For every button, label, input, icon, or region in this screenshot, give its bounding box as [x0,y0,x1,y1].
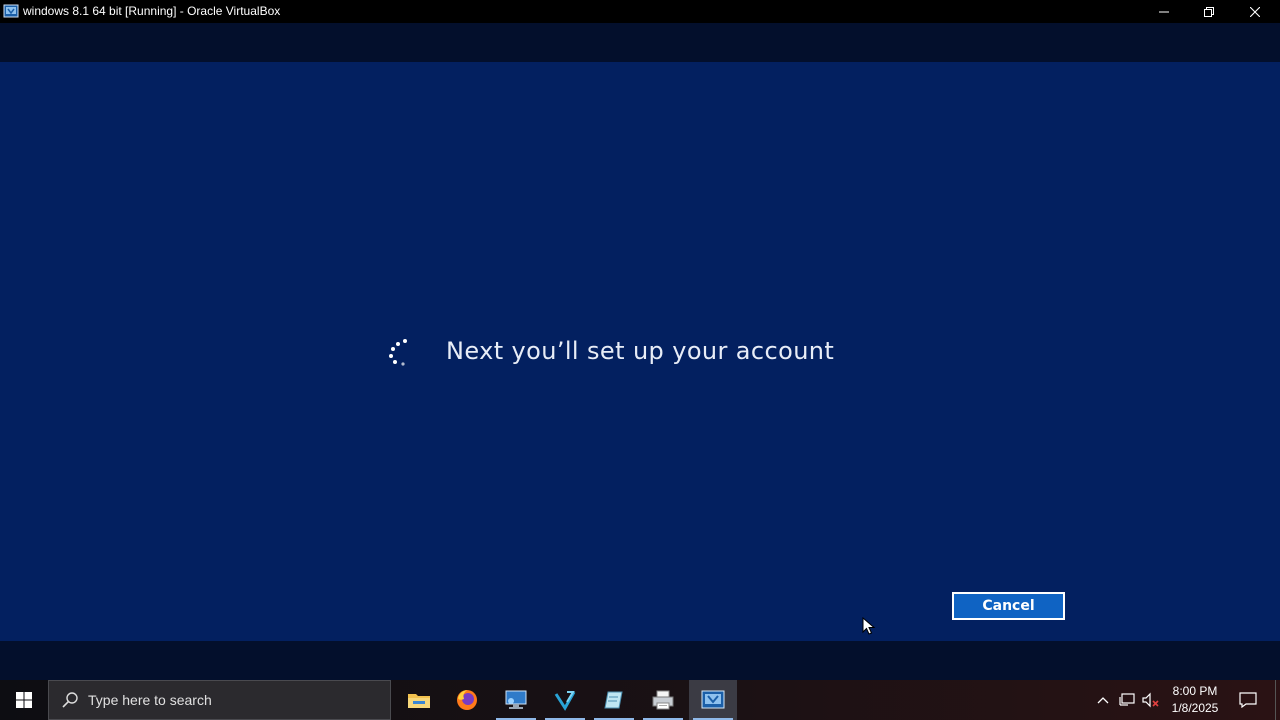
taskbar-app-remote-desktop[interactable] [492,680,540,720]
minimize-icon [1159,11,1169,12]
virtualbox-icon [701,690,725,709]
taskbar-app-printer[interactable] [639,680,687,720]
window-titlebar[interactable]: windows 8.1 64 bit [Running] - Oracle Vi… [0,0,1280,23]
action-center-button[interactable] [1234,680,1262,720]
windows-taskbar: Type here to search 8:00 PM 1/8/2025 [0,680,1280,720]
windows-logo-icon [16,692,32,708]
taskbar-app-notes[interactable] [590,680,638,720]
network-status-button[interactable] [1117,680,1137,720]
loading-spinner-icon [389,339,407,366]
notes-app-icon [604,691,623,709]
printer-app-icon [652,690,674,710]
mouse-pointer-icon [862,617,876,635]
volume-muted-icon [1142,692,1159,708]
taskbar-app-file-explorer[interactable] [395,680,443,720]
clock-date: 1/8/2025 [1171,701,1219,715]
close-button[interactable] [1232,0,1278,23]
minimize-button[interactable] [1141,0,1187,23]
show-desktop-button[interactable] [1275,680,1276,720]
window-title: windows 8.1 64 bit [Running] - Oracle Vi… [23,4,281,18]
taskbar-search-box[interactable]: Type here to search [48,680,391,720]
show-hidden-icons-button[interactable] [1094,680,1112,720]
volume-button[interactable] [1140,680,1162,720]
visual-studio-code-icon [554,691,576,711]
vm-display-border-bottom [0,641,1280,680]
restore-icon [1204,6,1214,17]
taskbar-clock[interactable]: 8:00 PM 1/8/2025 [1166,683,1224,717]
chevron-up-icon [1097,697,1109,704]
taskbar-app-vscode[interactable] [541,680,589,720]
vm-display-border-top [0,23,1280,62]
remote-desktop-icon [505,690,527,709]
start-button[interactable] [0,680,48,720]
file-explorer-icon [408,694,430,708]
clock-time: 8:00 PM [1172,684,1218,698]
search-placeholder: Type here to search [88,692,212,708]
close-icon [1250,6,1260,17]
setup-status-message: Next you’ll set up your account [446,337,835,365]
restore-button[interactable] [1186,0,1232,23]
search-icon [62,692,78,708]
taskbar-app-firefox[interactable] [443,680,491,720]
taskbar-app-virtualbox[interactable] [689,680,737,720]
notification-icon [1239,692,1257,708]
network-icon [1119,693,1135,706]
virtualbox-icon [3,4,19,18]
firefox-icon [457,690,477,710]
cancel-button[interactable]: Cancel [952,592,1065,620]
